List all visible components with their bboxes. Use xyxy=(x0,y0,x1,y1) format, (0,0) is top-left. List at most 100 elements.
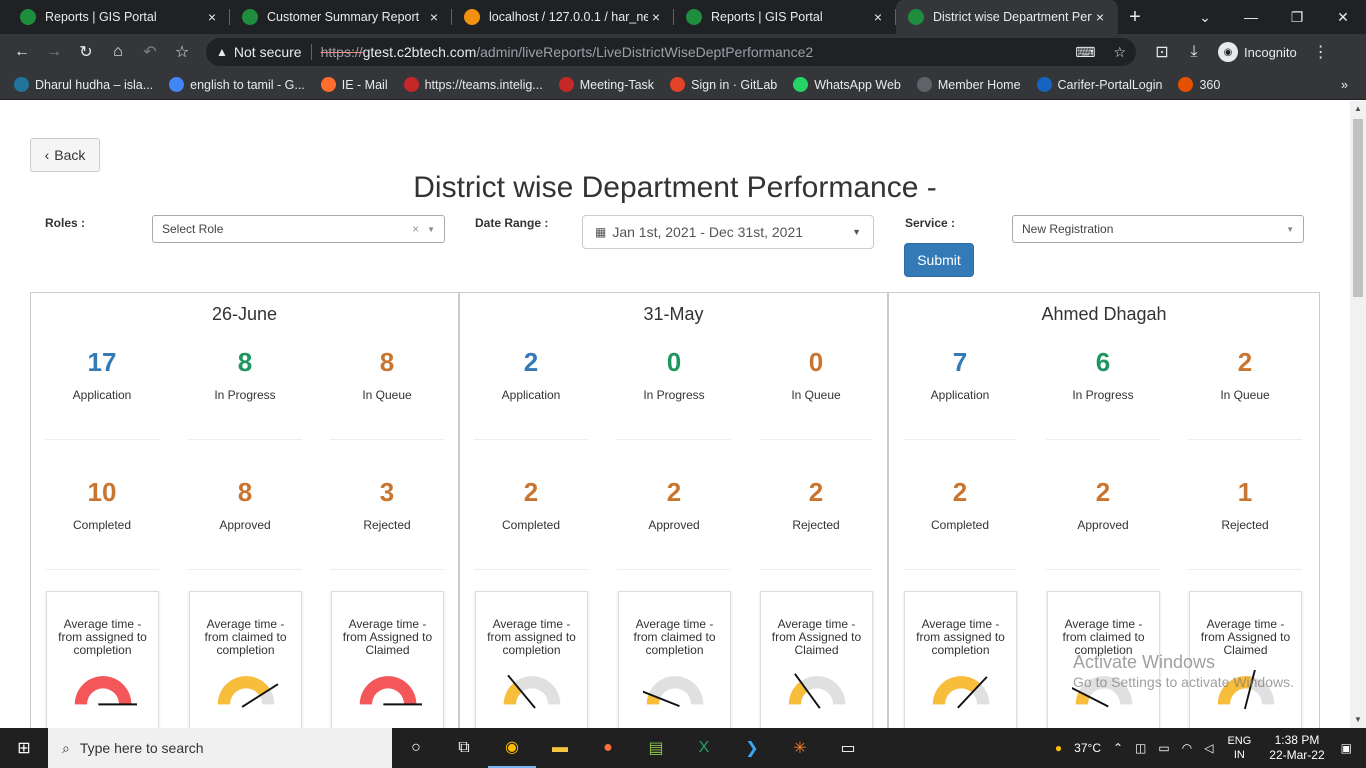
cortana-icon[interactable]: ○ xyxy=(392,728,440,768)
warning-icon[interactable]: ▲ xyxy=(216,45,228,59)
stat-tile: 8 Approved xyxy=(188,423,302,570)
chevron-up-icon[interactable]: ⌃ xyxy=(1113,741,1123,755)
clear-icon[interactable]: × xyxy=(412,222,419,236)
clock[interactable]: 1:38 PM 22-Mar-22 xyxy=(1269,733,1324,763)
bookmark-item[interactable]: Sign in · GitLab xyxy=(670,77,777,92)
reload-icon[interactable]: ↻ xyxy=(70,36,102,68)
download-icon[interactable]: ⤓ xyxy=(1178,36,1210,68)
weather-temp[interactable]: 37°C xyxy=(1074,741,1101,755)
stat-tile: 8 In Queue xyxy=(330,293,444,440)
more-bookmarks-icon[interactable]: » xyxy=(1341,78,1348,92)
input-language[interactable]: ENG IN xyxy=(1227,734,1251,762)
bookmark-item[interactable]: Carifer-PortalLogin xyxy=(1036,77,1162,92)
tab-close-icon[interactable]: × xyxy=(204,9,220,25)
charts-app-icon[interactable]: ▤ xyxy=(632,728,680,768)
service-select[interactable]: New Registration ▼ xyxy=(1012,215,1304,243)
windows-start-icon[interactable]: ⊞ xyxy=(0,728,48,768)
star-icon[interactable]: ☆ xyxy=(1113,44,1126,61)
tab-close-icon[interactable]: × xyxy=(870,9,886,25)
stat-label: Rejected xyxy=(792,518,840,532)
scrollbar-thumb[interactable] xyxy=(1353,119,1363,297)
roles-select[interactable]: Select Role × ▼ xyxy=(152,215,445,243)
divider xyxy=(759,569,873,570)
gauge-label: Average time - from assigned to completi… xyxy=(58,617,147,657)
bookmark-item[interactable]: Meeting-Task xyxy=(558,77,654,92)
submit-button[interactable]: Submit xyxy=(904,243,974,277)
firefox-icon[interactable]: ● xyxy=(584,728,632,768)
network-icon[interactable]: ◫ xyxy=(1135,741,1146,755)
chrome-icon[interactable]: ◉ xyxy=(488,728,536,768)
service-label: Service : xyxy=(905,216,956,230)
weather-icon[interactable]: ● xyxy=(1055,741,1062,755)
translate-icon[interactable]: ⌨ xyxy=(1075,44,1095,61)
gauge-chart xyxy=(359,676,422,706)
bookmark-item[interactable]: WhatsApp Web xyxy=(793,77,901,92)
minimize-icon[interactable]: — xyxy=(1228,0,1274,34)
wifi-icon[interactable]: ◠ xyxy=(1182,741,1192,755)
gauge-chart xyxy=(1217,670,1275,710)
taskbar-search[interactable]: ⌕ Type here to search xyxy=(48,728,392,768)
notifications-icon[interactable]: ▣ xyxy=(1341,741,1352,755)
crop-icon[interactable]: ⊡ xyxy=(1146,36,1178,68)
stat-label: In Queue xyxy=(791,388,841,402)
forward-arrow-icon[interactable]: → xyxy=(38,36,70,68)
browser-tab[interactable]: District wise Department Perfo × xyxy=(896,0,1118,34)
close-window-icon[interactable]: ✕ xyxy=(1320,0,1366,34)
scroll-up-icon[interactable]: ▲ xyxy=(1350,101,1366,117)
tab-close-icon[interactable]: × xyxy=(1092,9,1108,25)
gauge-card: Average time - from assigned to completi… xyxy=(46,591,159,728)
gauge-label: Average time - from Assigned to Claimed xyxy=(771,617,862,657)
tab-close-icon[interactable]: × xyxy=(648,9,664,25)
bookmark-favicon-icon xyxy=(793,77,809,92)
bookmark-label: Member Home xyxy=(937,77,1021,92)
bookmark-item[interactable]: Dharul hudha – isla... xyxy=(14,77,153,92)
stat-value: 10 xyxy=(87,477,117,507)
browser-tab[interactable]: Reports | GIS Portal × xyxy=(8,0,230,34)
restore-icon[interactable]: ❐ xyxy=(1274,0,1320,34)
gauge-card: Average time - from Assigned to Claimed xyxy=(760,591,873,728)
bookmark-item[interactable]: 360 xyxy=(1178,77,1220,92)
battery-icon[interactable]: ▭ xyxy=(1158,741,1169,755)
incognito-profile[interactable]: ◉ Incognito xyxy=(1218,42,1297,62)
gauge-card: Average time - from claimed to completio… xyxy=(1047,591,1160,728)
vertical-scrollbar[interactable]: ▲ ▼ xyxy=(1350,101,1366,728)
back-button[interactable]: ‹ Back xyxy=(30,138,100,172)
bookmark-item[interactable]: Member Home xyxy=(916,77,1021,92)
gauge-card: Average time - from claimed to completio… xyxy=(618,591,731,728)
browser-tab[interactable]: Customer Summary Report × xyxy=(230,0,452,34)
home-icon[interactable]: ⌂ xyxy=(102,36,134,68)
scroll-down-icon[interactable]: ▼ xyxy=(1350,712,1366,728)
bookmark-favicon-icon xyxy=(1036,77,1052,92)
tab-close-icon[interactable]: × xyxy=(426,9,442,25)
task-view-icon[interactable]: ⧉ xyxy=(440,728,488,768)
divider xyxy=(45,569,159,570)
menu-icon[interactable]: ⋮ xyxy=(1305,36,1337,68)
language-code: ENG xyxy=(1227,735,1252,747)
file-explorer-icon[interactable]: ▬ xyxy=(536,728,584,768)
bookmark-item[interactable]: IE - Mail xyxy=(320,77,388,92)
date-range-picker[interactable]: ▦ Jan 1st, 2021 - Dec 31st, 2021 ▼ xyxy=(582,215,874,249)
volume-icon[interactable]: ◁ xyxy=(1204,741,1213,755)
excel-icon[interactable]: X xyxy=(680,728,728,768)
bookmark-item[interactable]: https://teams.intelig... xyxy=(403,77,543,92)
chevron-down-icon: ▼ xyxy=(852,227,861,237)
stat-label: In Progress xyxy=(1072,388,1134,402)
back-arrow-icon[interactable]: ← xyxy=(6,36,38,68)
address-bar[interactable]: ▲ Not secure https:// gtest.c2btech.com … xyxy=(206,38,1136,66)
bookmark-item[interactable]: english to tamil - G... xyxy=(169,77,305,92)
bookmark-star-icon[interactable]: ☆ xyxy=(166,36,198,68)
browser-tab[interactable]: Reports | GIS Portal × xyxy=(674,0,896,34)
xampp-icon[interactable]: ✳ xyxy=(776,728,824,768)
undo-icon[interactable]: ↶ xyxy=(134,36,166,68)
divider xyxy=(474,569,588,570)
gauge-label: Average time - from assigned to completi… xyxy=(916,617,1005,657)
browser-tab[interactable]: localhost / 127.0.0.1 / har_new × xyxy=(452,0,674,34)
stat-value: 2 xyxy=(666,477,682,507)
taskbar-search-placeholder: Type here to search xyxy=(79,740,204,756)
terminal-icon[interactable]: ▭ xyxy=(824,728,872,768)
tab-search-icon[interactable]: ⌄ xyxy=(1182,0,1228,34)
tab-favicon-icon xyxy=(908,9,924,25)
security-status[interactable]: Not secure xyxy=(234,44,302,60)
new-tab-button[interactable]: + xyxy=(1118,0,1152,34)
vscode-icon[interactable]: ❯ xyxy=(728,728,776,768)
